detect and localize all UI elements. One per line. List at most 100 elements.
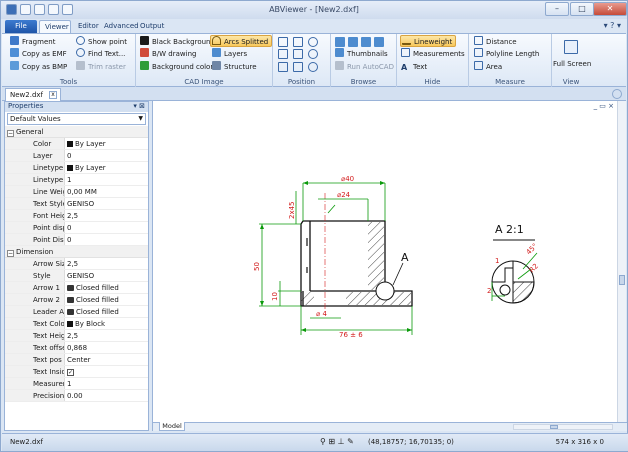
full-screen-button[interactable]: Full Screen [553,58,591,70]
collapse-icon[interactable]: − [7,130,14,137]
property-row[interactable]: Color By Layer [5,138,148,150]
orbit-icon[interactable] [293,62,303,72]
show-point-button[interactable]: Show point [76,36,127,48]
tab-output[interactable]: Output [135,20,169,33]
copy-as-bmp-button[interactable]: Copy as BMP [10,61,67,73]
property-value[interactable]: 0 [65,222,148,233]
property-row[interactable]: Text Style GENISO [5,198,148,210]
zoom-previous-icon[interactable] [308,62,318,72]
property-row[interactable]: Linetype sc1 [5,174,148,186]
options-icon[interactable] [612,89,622,99]
collapse-icon[interactable]: − [7,250,14,257]
document-tab[interactable]: New2.dxf x [5,88,61,101]
property-value[interactable]: 2,5 [65,258,148,269]
area-button[interactable]: Area [474,61,502,73]
property-row[interactable]: Style GENISO [5,270,148,282]
property-value[interactable]: By Block [65,318,148,329]
tab-file[interactable]: File [5,20,37,33]
property-row[interactable]: Point displa0 [5,222,148,234]
property-row[interactable]: Text Inside✓ [5,366,148,378]
back-icon[interactable] [335,37,345,47]
property-value[interactable]: 0 [65,150,148,161]
horizontal-scroll-thumb[interactable] [550,425,558,429]
distance-button[interactable]: Distance [474,36,517,48]
property-row[interactable]: Linetype By Layer [5,162,148,174]
property-row[interactable]: Text Height2,5 [5,330,148,342]
property-row[interactable]: Arrow Size2,5 [5,258,148,270]
property-row[interactable]: Text pos veCenter [5,354,148,366]
zoom-window-icon[interactable] [293,37,303,47]
property-row[interactable]: Text offset0,868 [5,342,148,354]
property-value[interactable]: By Layer [65,162,148,173]
vertical-scroll-thumb[interactable] [619,275,625,285]
full-screen-icon[interactable] [564,40,578,54]
zoom-in-icon[interactable] [308,37,318,47]
measurements-button[interactable]: Measurements [401,48,465,60]
zoom-extents-icon[interactable] [293,49,303,59]
structure-button[interactable]: Structure [212,61,257,73]
property-row[interactable]: Line Weight0,00 MM [5,186,148,198]
category-general[interactable]: − General [5,126,148,138]
property-value[interactable]: By Layer [65,138,148,149]
property-row[interactable]: Layer 0 [5,150,148,162]
property-value[interactable]: 0,00 MM [65,186,148,197]
black-background-button[interactable]: Black Background [140,36,215,48]
bw-drawing-button[interactable]: B/W drawing [140,48,196,60]
default-values-select[interactable]: Default Values ▼ [7,113,146,125]
property-value[interactable]: Closed filled [65,306,148,317]
close-tab-icon[interactable]: x [49,91,57,99]
property-value[interactable]: 0 [65,234,148,245]
zoom-out-icon[interactable] [308,49,318,59]
zoom-fit-icon[interactable] [278,37,288,47]
property-value[interactable]: 0.00 [65,390,148,401]
rotate-icon[interactable] [278,62,288,72]
property-value[interactable]: Closed filled [65,294,148,305]
thumbnails-button[interactable]: Thumbnails [335,48,388,60]
property-value[interactable]: 2,5 [65,330,148,341]
maximize-button[interactable]: □ [570,2,594,16]
vertical-scrollbar[interactable] [617,101,626,423]
property-row[interactable]: Font Height2,5 [5,210,148,222]
property-value[interactable]: GENISO [65,198,148,209]
tab-viewer[interactable]: Viewer [39,20,71,33]
lineweight-button[interactable]: Lineweight [400,35,457,47]
fragment-button[interactable]: Fragment [10,36,55,48]
forward-icon[interactable] [348,37,358,47]
pan-icon[interactable] [278,49,288,59]
trim-raster-button[interactable]: Trim raster [76,61,126,73]
arcs-splitted-button[interactable]: Arcs Splitted [210,35,273,47]
property-value[interactable]: 1 [65,174,148,185]
property-value[interactable]: 2,5 [65,210,148,221]
text-button[interactable]: A Text [401,61,427,73]
tab-model[interactable]: Model [159,422,185,431]
run-autocad-button[interactable]: Run AutoCAD [335,61,394,73]
property-value[interactable]: GENISO [65,270,148,281]
property-row[interactable]: Leader ArroClosed filled [5,306,148,318]
horizontal-scrollbar[interactable] [513,424,613,430]
category-dimension[interactable]: − Dimension [5,246,148,258]
drawing-area[interactable]: _ ▭ × A ⌀40 ⌀24 2x45 50 10 ⌀ 4 76 ± 6 A … [152,101,627,431]
layers-button[interactable]: Layers [212,48,247,60]
property-value[interactable]: 1 [65,378,148,389]
minimize-button[interactable]: – [545,2,569,16]
help-controls[interactable]: ▾ ? ▾ [604,21,621,30]
property-row[interactable]: Point Displa0 [5,234,148,246]
property-value[interactable]: 0,868 [65,342,148,353]
refresh-icon[interactable] [361,37,371,47]
background-color-button[interactable]: Background color [140,61,213,73]
property-value[interactable]: Closed filled [65,282,148,293]
close-button[interactable]: ✕ [593,2,627,16]
property-row[interactable]: Measuremen1 [5,378,148,390]
open-folder-icon[interactable] [374,37,384,47]
property-value[interactable]: ✓ [65,366,148,377]
copy-as-emf-button[interactable]: Copy as EMF [10,48,67,60]
find-text-button[interactable]: Find Text... [76,48,125,60]
property-row[interactable]: Precision 0.00 [5,390,148,402]
property-value[interactable]: Center [65,354,148,365]
snap-tools-icons[interactable]: ⚲ ⊞ ⊥ ✎ [320,434,354,450]
pin-icon[interactable]: ▾ ⊠ [133,102,145,111]
polyline-length-button[interactable]: Polyline Length [474,48,539,60]
property-row[interactable]: Arrow 2 Closed filled [5,294,148,306]
property-row[interactable]: Arrow 1 Closed filled [5,282,148,294]
property-row[interactable]: Text Color By Block [5,318,148,330]
